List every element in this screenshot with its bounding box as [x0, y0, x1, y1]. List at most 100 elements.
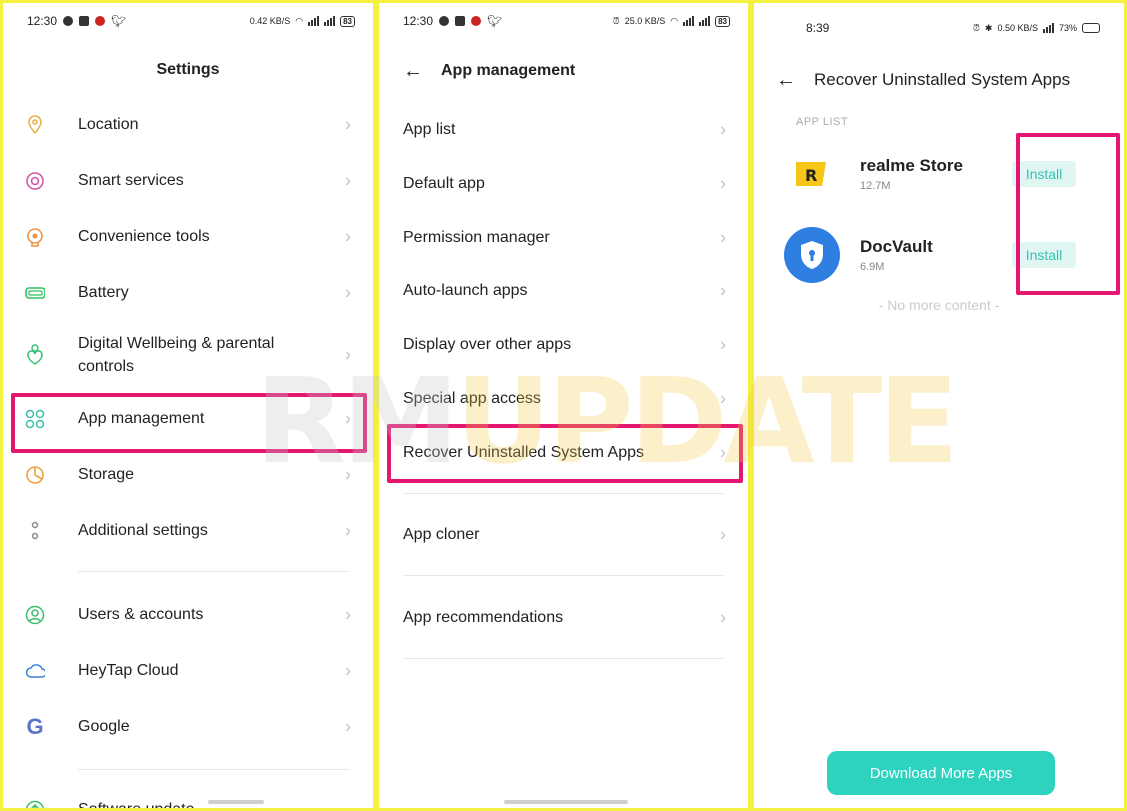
section-divider	[78, 571, 349, 572]
net-speed: 25.0 KB/S	[624, 16, 666, 26]
location-pin-icon	[25, 115, 45, 135]
chevron-right-icon: ›	[345, 114, 351, 135]
settings-item-battery[interactable]: Battery ›	[25, 282, 355, 304]
software-update-icon	[25, 800, 45, 808]
battery-indicator: 83	[340, 15, 355, 27]
settings-item-label: HeyTap Cloud	[78, 662, 179, 679]
menu-item-label: Display over other apps	[403, 336, 572, 353]
settings-item-label: Users & accounts	[78, 606, 204, 623]
cloud-icon	[25, 661, 45, 681]
highlight-install-buttons	[1016, 133, 1120, 295]
bluetooth-icon: ✱	[984, 22, 993, 33]
chevron-right-icon: ›	[720, 607, 726, 628]
menu-item-label: Default app	[403, 175, 485, 192]
menu-item-label: Auto-launch apps	[403, 282, 528, 299]
settings-item-label: Convenience tools	[78, 228, 210, 245]
notification-icon	[63, 16, 74, 26]
status-time: 12:30	[27, 14, 58, 28]
net-speed: 0.42 KB/S	[249, 16, 291, 26]
menu-item-display-over[interactable]: Display over other apps ›	[403, 334, 726, 356]
wifi-icon: ◠	[670, 15, 679, 26]
page-header: ← Recover Uninstalled System Apps	[776, 70, 1070, 90]
status-bar: 12:30 🐦︎ ⏰︎ 25.0 KB/S ◠ 83	[403, 12, 730, 30]
wellbeing-heart-icon	[25, 344, 45, 365]
settings-item-label: Software update	[78, 801, 195, 811]
highlight-recover-apps	[387, 424, 743, 483]
users-accounts-icon	[25, 605, 45, 625]
instagram-icon	[79, 16, 90, 26]
app-size: 6.9M	[860, 261, 885, 273]
page-title: Recover Uninstalled System Apps	[814, 70, 1071, 89]
convenience-tools-icon	[25, 227, 45, 247]
settings-item-smart-services[interactable]: Smart services ›	[25, 170, 355, 192]
app-size: 12.7M	[860, 180, 891, 192]
chevron-right-icon: ›	[720, 388, 726, 409]
menu-item-label: Permission manager	[403, 229, 550, 246]
screenshot-stage: 12:30 🐦︎ 0.42 KB/S ◠ 83 Settings Locatio…	[0, 0, 1127, 811]
docvault-shield-icon	[784, 227, 840, 283]
settings-item-location[interactable]: Location ›	[25, 114, 355, 136]
app-management-screen: 12:30 🐦︎ ⏰︎ 25.0 KB/S ◠ 83 ← App managem…	[376, 0, 751, 811]
menu-item-label: App list	[403, 121, 456, 138]
settings-item-additional-settings[interactable]: Additional settings ›	[25, 520, 355, 542]
signal-icon	[308, 16, 320, 26]
section-divider	[403, 658, 724, 659]
settings-item-users-accounts[interactable]: Users & accounts ›	[25, 604, 355, 626]
settings-screen: 12:30 🐦︎ 0.42 KB/S ◠ 83 Settings Locatio…	[0, 0, 376, 811]
chevron-right-icon: ›	[345, 716, 351, 737]
chevron-right-icon: ›	[345, 282, 351, 303]
menu-item-permission-manager[interactable]: Permission manager ›	[403, 227, 726, 249]
app-name: realme Store	[860, 156, 963, 175]
alarm-icon: ⏰︎	[612, 15, 620, 26]
signal-icon-2	[324, 16, 336, 26]
settings-item-google[interactable]: G Google ›	[25, 714, 355, 739]
menu-item-auto-launch[interactable]: Auto-launch apps ›	[403, 280, 726, 302]
google-g-icon: G	[26, 714, 44, 739]
menu-item-special-access[interactable]: Special app access ›	[403, 388, 726, 410]
signal-icon	[1042, 23, 1054, 33]
storage-pie-icon	[25, 465, 45, 485]
recover-apps-screen: 8:39 ⏰︎ ✱ 0.50 KB/S 73% ← Recover Uninst…	[751, 0, 1127, 811]
highlight-app-management	[11, 393, 367, 453]
notification-icon	[439, 16, 450, 26]
battery-icon	[1082, 23, 1100, 33]
menu-item-app-cloner[interactable]: App cloner ›	[403, 524, 726, 546]
settings-item-label: Smart services	[78, 172, 184, 189]
section-divider	[403, 575, 724, 576]
signal-icon	[683, 16, 695, 26]
chevron-right-icon: ›	[720, 334, 726, 355]
chevron-right-icon: ›	[720, 119, 726, 140]
section-label: APP LIST	[796, 116, 849, 128]
settings-item-digital-wellbeing[interactable]: Digital Wellbeing & parental controls ›	[25, 332, 355, 378]
chevron-right-icon: ›	[720, 524, 726, 545]
page-title: Settings	[156, 61, 220, 78]
settings-item-storage[interactable]: Storage ›	[25, 464, 355, 486]
settings-item-heytap-cloud[interactable]: HeyTap Cloud ›	[25, 660, 355, 682]
home-indicator	[504, 800, 628, 804]
status-time: 12:30	[403, 14, 434, 28]
battery-percent: 73%	[1058, 23, 1077, 33]
settings-item-convenience-tools[interactable]: Convenience tools ›	[25, 226, 355, 248]
chevron-right-icon: ›	[345, 464, 351, 485]
menu-item-default-app[interactable]: Default app ›	[403, 173, 726, 195]
back-arrow-icon[interactable]: ←	[776, 70, 796, 90]
settings-item-label: Storage	[78, 466, 135, 483]
settings-item-software-update[interactable]: Software update	[25, 799, 355, 811]
menu-item-app-recommendations[interactable]: App recommendations ›	[403, 607, 726, 629]
section-divider	[78, 769, 349, 770]
airtel-icon	[471, 16, 482, 26]
settings-item-label: Location	[78, 116, 139, 133]
chevron-right-icon: ›	[345, 226, 351, 247]
chevron-right-icon: ›	[345, 604, 351, 625]
menu-item-app-list[interactable]: App list ›	[403, 119, 726, 141]
menu-item-label: Special app access	[403, 390, 541, 407]
section-divider	[403, 493, 724, 494]
smart-services-icon	[25, 171, 45, 191]
back-arrow-icon[interactable]: ←	[403, 61, 423, 81]
twitter-icon: 🐦︎	[487, 14, 503, 28]
additional-settings-icon	[25, 521, 45, 541]
signal-icon-2	[699, 16, 711, 26]
page-header: ← App management	[403, 61, 575, 81]
download-more-apps-button[interactable]: Download More Apps	[827, 751, 1055, 795]
menu-item-label: App recommendations	[403, 609, 564, 626]
